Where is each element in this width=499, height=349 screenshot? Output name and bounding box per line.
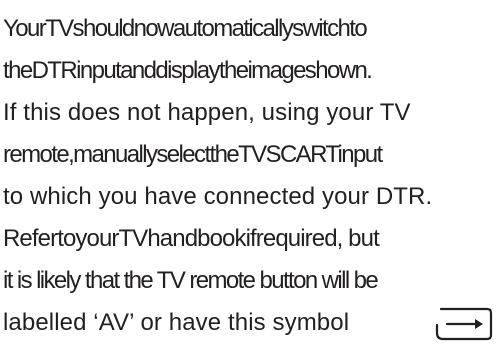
text-line-8: labelled ‘AV’ or have this symbol (3, 309, 350, 336)
text-line-3: If this does not happen, using your TV (3, 99, 411, 126)
document-page: YourTVshouldnowautomaticallyswitchto the… (0, 0, 499, 349)
text-line-5: to which you have connected your DTR. (3, 183, 433, 210)
text-line-6: RefertoyourTVhandbookifrequired, but (3, 225, 380, 252)
text-line-1: YourTVshouldnowautomaticallyswitchto (3, 15, 368, 42)
text-line-7: it is likely that the TV remote button w… (3, 267, 379, 294)
text-line-4: remote,manuallyselecttheTVSCARTinput (3, 141, 383, 168)
text-line-2: theDTRinputanddisplaytheimageshown. (3, 57, 373, 84)
av-input-symbol-icon (435, 307, 493, 341)
